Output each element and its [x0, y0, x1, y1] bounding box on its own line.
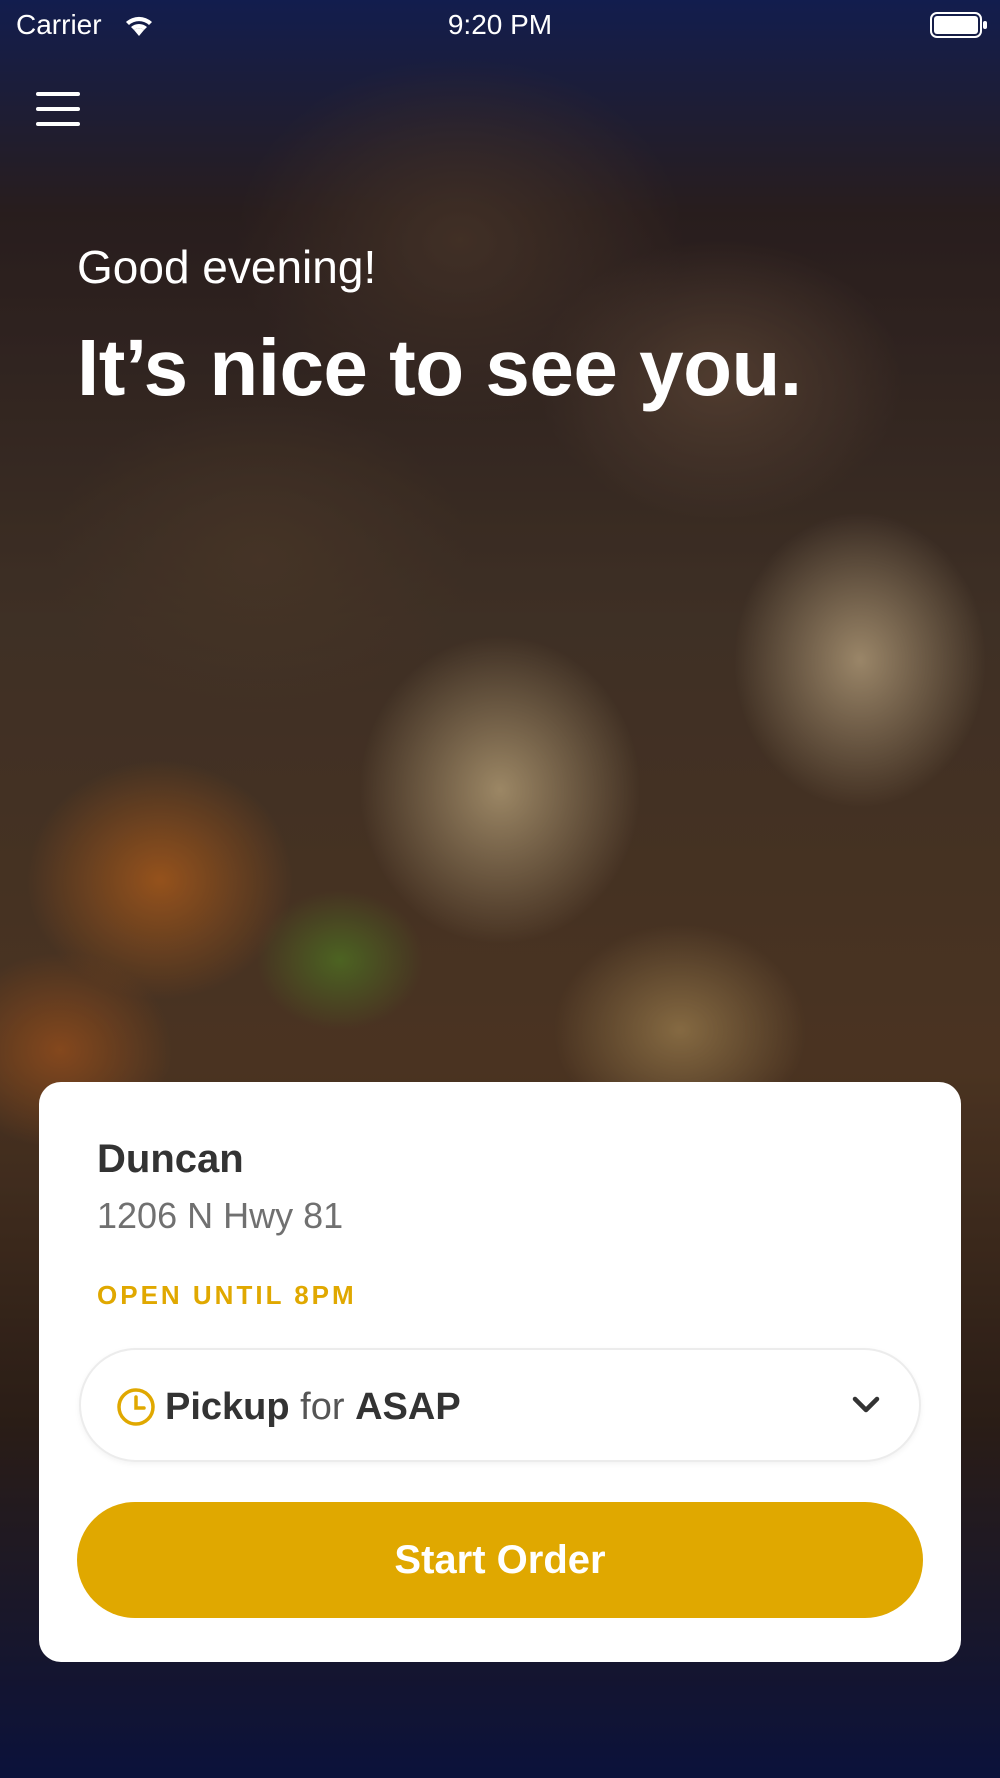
hamburger-menu-icon[interactable] [36, 92, 80, 132]
order-mode-label: Pickup [165, 1386, 290, 1428]
greeting-text: Good evening! [77, 241, 377, 293]
store-card: Duncan 1206 N Hwy 81 OPEN UNTIL 8PM Pick… [39, 1082, 961, 1662]
start-order-button[interactable]: Start Order [77, 1502, 923, 1618]
store-address: 1206 N Hwy 81 [97, 1195, 344, 1236]
battery-icon [930, 12, 987, 38]
status-bar: Carrier 9:20 PM [0, 0, 1000, 50]
clock-icon [117, 1388, 155, 1426]
chevron-down-icon [852, 1396, 880, 1413]
store-name: Duncan [97, 1137, 244, 1181]
store-hours: OPEN UNTIL 8PM [97, 1280, 357, 1310]
order-mode-select[interactable]: Pickup for ASAP [79, 1348, 921, 1462]
welcome-headline: It’s nice to see you. [77, 323, 802, 412]
order-mode-connector: for [300, 1386, 345, 1428]
order-time-label: ASAP [355, 1386, 461, 1428]
order-mode-text: Pickup for ASAP [165, 1386, 461, 1429]
status-time: 9:20 PM [447, 9, 553, 40]
